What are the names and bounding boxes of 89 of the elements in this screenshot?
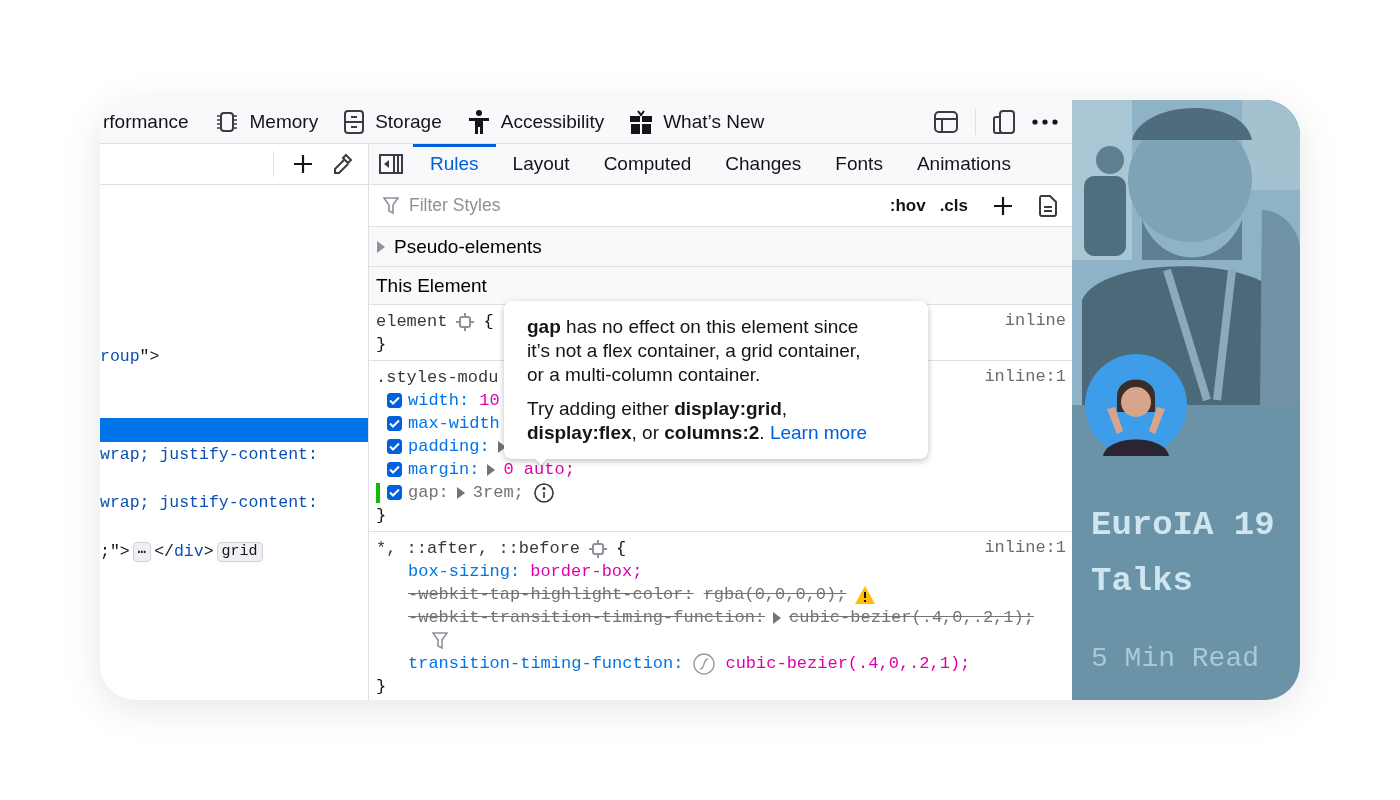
declaration-checkbox[interactable]: [387, 485, 402, 500]
markup-line[interactable]: ;"> ⋯ </div> grid: [100, 539, 368, 564]
tooltip-text: Try adding either display:grid, display:flex, or columns:2. Learn more: [527, 397, 869, 445]
property-name[interactable]: gap:: [408, 481, 449, 504]
add-rule-icon[interactable]: [992, 194, 1014, 217]
rule-selector: element: [376, 311, 448, 333]
node-icon[interactable]: [588, 538, 609, 559]
expand-arrow-icon[interactable]: [456, 486, 465, 499]
brace-text: }: [376, 506, 387, 525]
expand-arrow-icon[interactable]: [497, 440, 506, 453]
panel-tab[interactable]: Layout: [495, 144, 587, 184]
brace-text: {: [483, 311, 494, 333]
declaration-checkbox[interactable]: [387, 393, 402, 408]
property-name[interactable]: max-width: [408, 412, 500, 435]
tooltip-text: gap has no effect on this element since it’s not a flex container, a grid container, or a multi-column container.: [527, 315, 862, 387]
rule-source[interactable]: inline:1: [984, 365, 1066, 388]
property-value[interactable]: 0 auto;: [503, 458, 575, 481]
read-time: 5 Min Read: [1091, 643, 1261, 674]
rule-source[interactable]: inline: [1004, 309, 1066, 332]
code-text: div: [173, 542, 204, 562]
expand-arrow-icon[interactable]: [376, 239, 386, 254]
property-name[interactable]: -webkit-transition-timing-function:: [408, 606, 766, 629]
markup-line[interactable]: roup">: [100, 344, 368, 369]
property-name[interactable]: margin:: [408, 458, 480, 481]
rule-selector: *, ::after, ::before: [376, 538, 581, 560]
toolbar-tab[interactable]: Accessibility: [466, 108, 605, 135]
property-name[interactable]: padding:: [408, 435, 490, 458]
hover-toggle[interactable]: :hov: [889, 195, 926, 216]
cabinet-icon: [343, 108, 366, 135]
property-value[interactable]: cubic-bezier(.4,0,.2,1);: [725, 652, 971, 675]
panel-tab[interactable]: Computed: [586, 144, 709, 184]
section-title: This Element: [376, 274, 487, 297]
declaration-checkbox[interactable]: [387, 416, 402, 431]
code-text: ;">: [100, 542, 130, 562]
code-text: roup: [100, 347, 140, 367]
brace-text: }: [376, 335, 387, 354]
code-text: </: [154, 542, 174, 562]
property-name[interactable]: box-sizing:: [408, 560, 521, 583]
filter-icon: [383, 196, 399, 215]
article-title: EuroIA 19 Talks: [1091, 505, 1276, 602]
warning-icon[interactable]: [854, 584, 877, 605]
declaration-checkbox[interactable]: [387, 462, 402, 477]
brace-text: }: [376, 677, 387, 696]
collapsed-badge[interactable]: ⋯: [132, 541, 152, 562]
info-icon[interactable]: [533, 482, 554, 503]
toolbar-tab[interactable]: What’s New: [629, 108, 765, 135]
code-text: >: [203, 542, 214, 562]
gift-icon: [629, 108, 654, 135]
property-value[interactable]: rgba(0,0,0,0);: [703, 583, 847, 606]
person-icon: [466, 108, 491, 135]
more-icon[interactable]: [1032, 118, 1058, 125]
device-icon[interactable]: [992, 108, 1016, 135]
property-name[interactable]: transition-timing-function:: [408, 652, 684, 675]
layout-icon[interactable]: [933, 109, 959, 134]
easing-swatch-icon[interactable]: [693, 652, 716, 675]
code-text: ">: [139, 347, 160, 367]
expand-arrow-icon[interactable]: [773, 611, 782, 624]
property-value[interactable]: cubic-bezier(.4,0,.2,1);: [789, 606, 1034, 629]
document-icon[interactable]: [1038, 193, 1058, 218]
panel-tab[interactable]: Rules: [413, 144, 496, 184]
section-label: Pseudo-elements: [394, 235, 542, 258]
filter-field[interactable]: Filter Styles: [407, 194, 876, 217]
rule-source[interactable]: inline:1: [984, 536, 1066, 559]
panel-tab[interactable]: Changes: [708, 144, 819, 184]
markup-line[interactable]: wrap; justify-content:: [100, 490, 368, 516]
learn-more-link[interactable]: Learn more: [769, 422, 868, 443]
declaration-checkbox[interactable]: [387, 439, 402, 454]
sidebar-toggle-icon[interactable]: [379, 154, 403, 174]
filter-icon[interactable]: [432, 631, 448, 650]
expand-arrow-icon[interactable]: [487, 463, 496, 476]
panel-tab[interactable]: Animations: [899, 144, 1028, 184]
grid-badge[interactable]: grid: [216, 541, 263, 562]
toolbar-tab[interactable]: Storage: [343, 108, 442, 135]
brace-text: {: [616, 538, 627, 560]
node-icon[interactable]: [455, 311, 476, 332]
toolbar-tab[interactable]: Memory: [213, 109, 319, 134]
property-value[interactable]: 3rem;: [472, 481, 524, 504]
toolbar-tab[interactable]: rformance: [103, 110, 189, 133]
markup-line[interactable]: wrap; justify-content:: [100, 441, 368, 467]
property-name[interactable]: -webkit-tap-highlight-color:: [408, 583, 694, 606]
panel-tab[interactable]: Fonts: [818, 144, 900, 184]
code-text: wrap; justify-content:: [100, 444, 318, 464]
rule-selector: .styles-modu: [376, 367, 499, 389]
code-text: wrap; justify-content:: [100, 493, 318, 513]
property-value[interactable]: border-box;: [530, 560, 643, 583]
property-name[interactable]: width:: [408, 389, 470, 412]
property-value[interactable]: 10: [479, 389, 500, 412]
add-icon[interactable]: [292, 153, 314, 175]
class-toggle[interactable]: .cls: [939, 195, 968, 216]
